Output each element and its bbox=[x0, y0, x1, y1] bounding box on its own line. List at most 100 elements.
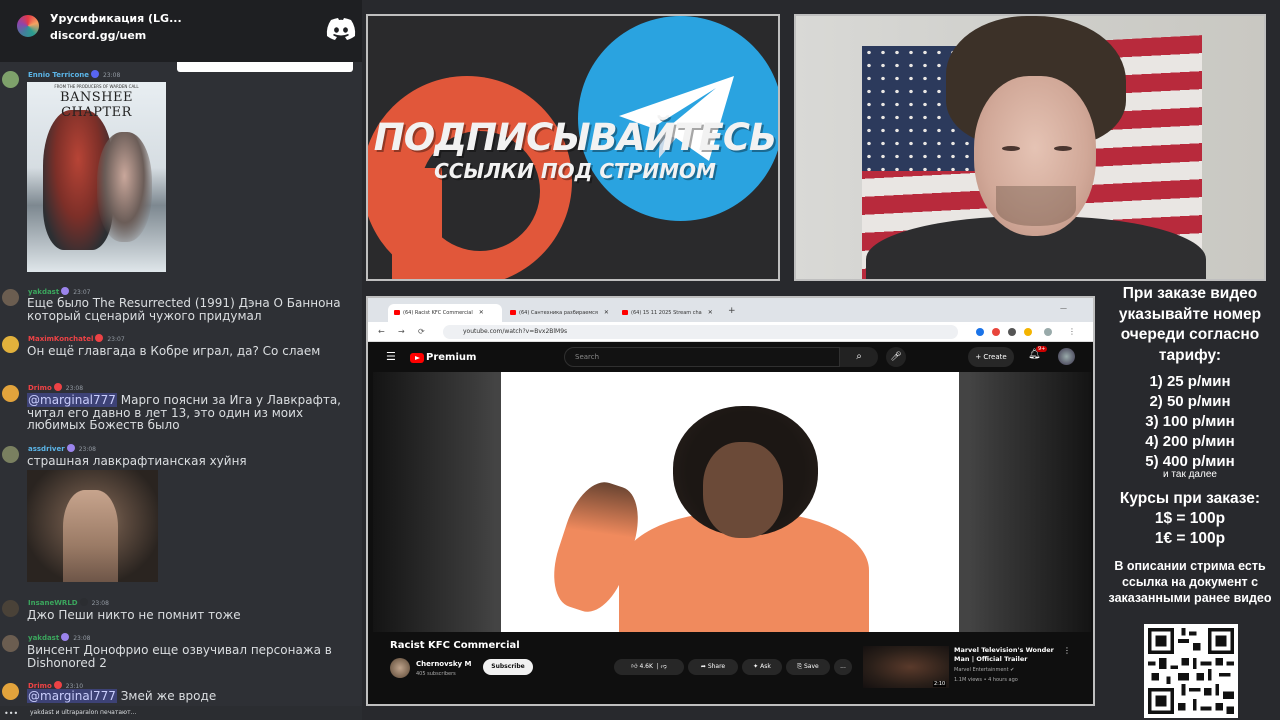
new-tab-button[interactable]: + bbox=[728, 306, 736, 316]
author-name[interactable]: yakdast bbox=[28, 288, 59, 296]
message-timestamp: 23:07 bbox=[107, 336, 125, 343]
more-actions-button[interactable]: ... bbox=[834, 659, 852, 675]
hamburger-menu-icon[interactable]: ☰ bbox=[386, 350, 396, 363]
message-text: Еще было The Resurrected (1991) Дэна О Б… bbox=[27, 296, 341, 323]
like-button[interactable]: 👍︎ 4.6K | 👎︎ bbox=[614, 659, 684, 675]
author-name[interactable]: InsaneWRLD bbox=[28, 599, 78, 607]
poster-attachment[interactable]: FROM THE PRODUCERS OF WARDEN CALL BANSHE… bbox=[27, 82, 166, 272]
rate-usd: 1$ = 100р bbox=[1154, 510, 1226, 527]
account-avatar[interactable] bbox=[1058, 348, 1075, 365]
tab-stream-chat[interactable]: (64) 15 11 2025 Stream cha ✕ bbox=[616, 304, 724, 322]
message-body: Змей же вроде bbox=[116, 689, 217, 703]
thumbs-down-icon[interactable]: 👎︎ bbox=[661, 663, 667, 670]
search-input[interactable]: Search bbox=[564, 347, 840, 367]
price-item: 4) 200 р/мин bbox=[1145, 433, 1235, 450]
discord-chat-overlay: Урусификация (LG... discord.gg/uem Ennio… bbox=[0, 0, 362, 720]
patreon-logo-bar bbox=[392, 168, 442, 279]
rate-eur: 1€ = 100р bbox=[1154, 530, 1226, 547]
create-button[interactable]: + Create bbox=[968, 347, 1014, 367]
message-text: @marginal777 Марго поясни за Ига у Лавкр… bbox=[27, 393, 357, 432]
channel-name[interactable]: Chernovsky M bbox=[416, 660, 471, 668]
message-author[interactable]: MaximKonchatel 23:07 bbox=[28, 334, 125, 343]
gif-figure-art bbox=[63, 490, 118, 582]
price-item: 3) 100 р/мин bbox=[1145, 413, 1235, 430]
address-bar: ← → ⟳ youtube.com/watch?v=Bvx2BlM9s ⋮ bbox=[368, 322, 1093, 342]
youtube-logo-icon[interactable] bbox=[410, 353, 424, 363]
close-tab-icon[interactable]: ✕ bbox=[604, 309, 609, 316]
browser-menu-icon[interactable]: ⋮ bbox=[1068, 327, 1076, 336]
tab-label: (64) Racist KFC Commercial bbox=[403, 310, 473, 316]
user-avatar[interactable] bbox=[2, 385, 19, 402]
extension-icon[interactable] bbox=[1024, 328, 1032, 336]
qr-code-icon[interactable] bbox=[1144, 624, 1238, 718]
user-avatar[interactable] bbox=[2, 336, 19, 353]
profile-avatar-icon[interactable] bbox=[1044, 328, 1052, 336]
extension-icon[interactable] bbox=[1008, 328, 1016, 336]
embed-edge bbox=[177, 62, 353, 72]
voice-search-icon[interactable]: 🎤︎ bbox=[886, 347, 906, 367]
message-author[interactable]: InsaneWRLD 23:08 bbox=[28, 598, 109, 607]
user-avatar[interactable] bbox=[2, 289, 19, 306]
recommended-title[interactable]: Marvel Television's Wonder Man | Officia… bbox=[954, 646, 1064, 664]
back-arrow-icon[interactable]: ← bbox=[378, 327, 385, 336]
message-author[interactable]: yakdast 23:07 bbox=[28, 287, 91, 296]
author-name[interactable]: Drimo bbox=[28, 384, 52, 392]
poster-title: BANSHEE CHAPTER bbox=[59, 90, 134, 120]
share-button[interactable]: ➦ Share bbox=[688, 659, 738, 675]
subscriber-count: 405 subscribers bbox=[416, 671, 456, 677]
minimize-window-icon[interactable]: — bbox=[1060, 304, 1067, 312]
extension-icon[interactable] bbox=[976, 328, 984, 336]
user-avatar[interactable] bbox=[2, 600, 19, 617]
recommended-channel-name: Marvel Entertainment bbox=[954, 667, 1009, 673]
channel-avatar[interactable] bbox=[390, 658, 410, 678]
reload-icon[interactable]: ⟳ bbox=[418, 327, 425, 336]
user-avatar[interactable] bbox=[2, 683, 19, 700]
close-tab-icon[interactable]: ✕ bbox=[708, 309, 713, 316]
video-face-art bbox=[703, 442, 783, 538]
message-timestamp: 23:08 bbox=[102, 72, 121, 79]
webcam-feed bbox=[794, 14, 1266, 281]
server-invite-link[interactable]: discord.gg/uem bbox=[50, 29, 146, 42]
message-author[interactable]: Ennio Terricone 23:08 bbox=[28, 70, 120, 79]
save-button[interactable]: ⎘ Save bbox=[786, 659, 830, 675]
gif-attachment[interactable] bbox=[27, 470, 158, 582]
user-avatar[interactable] bbox=[2, 71, 19, 88]
message-timestamp: 23:08 bbox=[65, 385, 84, 392]
sparkle-icon: ✦ bbox=[753, 663, 759, 670]
video-player[interactable] bbox=[373, 372, 1091, 632]
streamer-eye-art bbox=[1054, 146, 1072, 151]
ask-button[interactable]: ✦ Ask bbox=[742, 659, 782, 675]
tab-santehnika[interactable]: (64) Сантехника разбираемся ✕ bbox=[504, 304, 612, 322]
recommended-menu-icon[interactable]: ⋮ bbox=[1063, 646, 1071, 655]
typing-text: yakdast и ultraparalon печатают... bbox=[30, 709, 137, 716]
author-name[interactable]: yakdast bbox=[28, 634, 59, 642]
typing-indicator: ••• yakdast и ultraparalon печатают... bbox=[0, 706, 362, 720]
order-instructions: При заказе видео указывайте номер очеред… bbox=[1118, 285, 1262, 364]
subscribe-button[interactable]: Subscribe bbox=[483, 659, 533, 675]
url-input[interactable]: youtube.com/watch?v=Bvx2BlM9s bbox=[443, 325, 958, 339]
video-frame bbox=[501, 372, 959, 632]
user-avatar[interactable] bbox=[2, 635, 19, 652]
bookmark-icon: ⎘ bbox=[797, 663, 803, 670]
youtube-header: ☰ Premium Search ⌕ 🎤︎ + Create 🔔︎ 9+ bbox=[368, 342, 1093, 372]
message-author[interactable]: yakdast 23:08 bbox=[28, 633, 91, 642]
forward-arrow-icon[interactable]: → bbox=[398, 327, 405, 336]
message-author[interactable]: Drimo 23:08 bbox=[28, 383, 83, 392]
user-mention[interactable]: @marginal777 bbox=[27, 689, 117, 703]
role-badge-icon bbox=[95, 334, 104, 342]
rates-title: Курсы при заказе: bbox=[1119, 490, 1261, 507]
close-tab-icon[interactable]: ✕ bbox=[479, 309, 484, 316]
message-timestamp: 23:07 bbox=[73, 289, 91, 296]
user-avatar[interactable] bbox=[2, 446, 19, 463]
message-author[interactable]: assdriver 23:08 bbox=[28, 444, 96, 453]
author-name[interactable]: MaximKonchatel bbox=[28, 335, 93, 343]
youtube-premium-brand[interactable]: Premium bbox=[426, 352, 476, 363]
author-name[interactable]: assdriver bbox=[28, 445, 65, 453]
youtube-favicon-icon bbox=[394, 310, 400, 315]
tab-racist-kfc[interactable]: (64) Racist KFC Commercial ✕ bbox=[388, 304, 502, 322]
extension-icon[interactable] bbox=[992, 328, 1000, 336]
recommended-channel[interactable]: Marvel Entertainment ✔ bbox=[954, 667, 1014, 673]
search-button[interactable]: ⌕ bbox=[840, 347, 878, 367]
author-name[interactable]: Ennio Terricone bbox=[28, 71, 89, 79]
discord-logo-icon bbox=[326, 18, 356, 40]
